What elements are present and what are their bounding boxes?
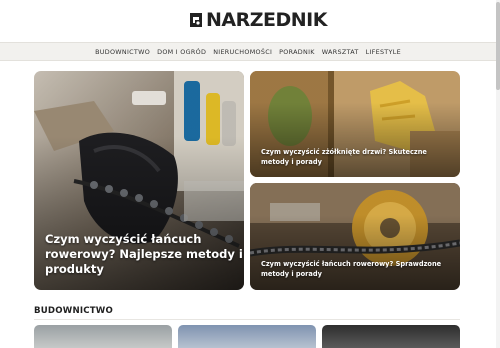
scrollbar-thumb[interactable] [496, 2, 500, 90]
nav-item-budownictwo[interactable]: Budownictwo [95, 48, 150, 56]
featured-side-card-1[interactable]: Czym wyczyścić zżółknięte drzwi? Skutecz… [250, 71, 460, 177]
section-title-budownictwo[interactable]: BUDOWNICTWO [34, 306, 113, 316]
nav-item-warsztat[interactable]: Warsztat [322, 48, 359, 56]
nav-item-nieruchomosci[interactable]: Nieruchomości [213, 48, 272, 56]
article-thumbnail[interactable] [322, 325, 460, 348]
featured-side-title-2[interactable]: Czym wyczyścić łańcuch rowerowy? Sprawdz… [261, 259, 456, 279]
page-scrollbar[interactable] [496, 0, 500, 348]
featured-side-card-2[interactable]: Czym wyczyścić łańcuch rowerowy? Sprawdz… [250, 183, 460, 290]
main-nav: Budownictwo Dom i ogród Nieruchomości Po… [0, 42, 496, 61]
featured-main-card[interactable]: Czym wyczyścić łańcuch rowerowy? Najleps… [34, 71, 244, 290]
nav-item-poradnik[interactable]: Poradnik [279, 48, 315, 56]
article-thumbnail[interactable] [34, 325, 172, 348]
nav-item-lifestyle[interactable]: Lifestyle [366, 48, 401, 56]
logo-text: NARZEDNIK [206, 9, 327, 31]
logo-mark-icon [190, 13, 202, 27]
site-header: NARZEDNIK [0, 0, 496, 40]
nav-item-dom-i-ogrod[interactable]: Dom i ogród [157, 48, 206, 56]
featured-main-title[interactable]: Czym wyczyścić łańcuch rowerowy? Najleps… [45, 232, 244, 277]
site-logo[interactable]: NARZEDNIK [188, 8, 327, 32]
section-divider [34, 319, 460, 320]
article-thumbnail[interactable] [178, 325, 316, 348]
featured-side-title-1[interactable]: Czym wyczyścić zżółknięte drzwi? Skutecz… [261, 147, 456, 167]
